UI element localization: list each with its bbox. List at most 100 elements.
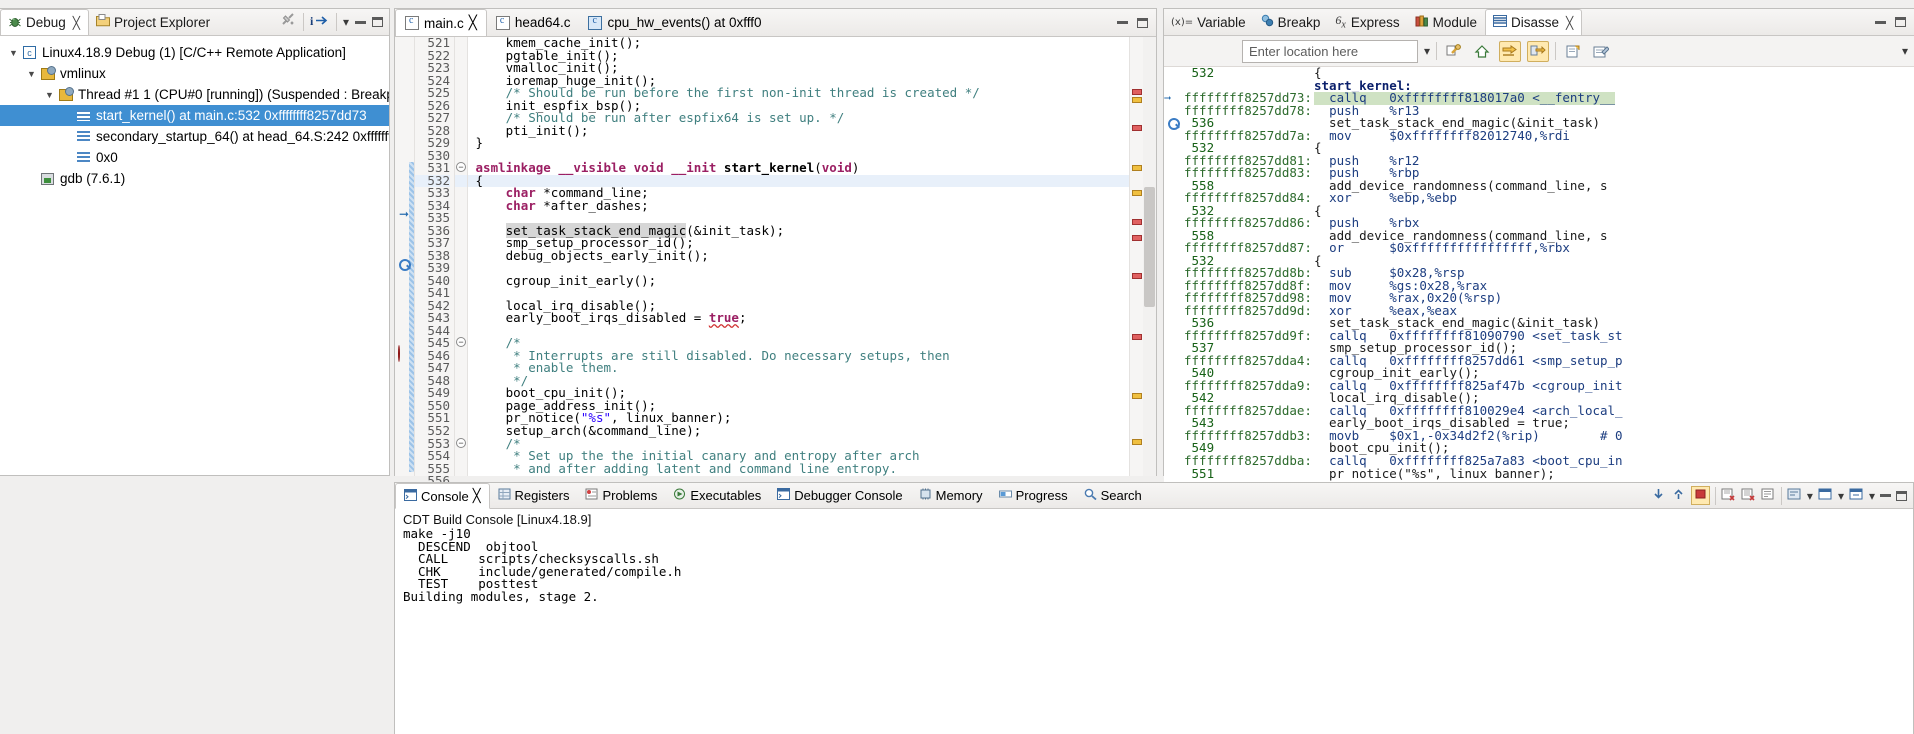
view-menu-icon[interactable]: ▾ (1902, 44, 1908, 58)
tab-project-explorer[interactable]: Project Explorer (89, 9, 218, 35)
chevron-down-icon-3[interactable]: ▾ (1869, 489, 1875, 503)
close-icon[interactable]: ╳ (469, 15, 477, 31)
disassembly-instruction-row[interactable]: ffffffff8257dd84: xor %ebp,%ebp (1164, 191, 1914, 205)
code-line[interactable]: * and after adding latent and command li… (468, 462, 1129, 476)
word-wrap-icon[interactable] (1787, 487, 1802, 504)
maximize-icon[interactable] (372, 17, 383, 27)
close-icon[interactable]: ╳ (1566, 16, 1573, 30)
disassembly-instruction-row[interactable]: ffffffff8257dd7a: mov $0xffffffff8201274… (1164, 129, 1914, 143)
close-icon[interactable]: ╳ (73, 16, 80, 30)
debug-launch-tree[interactable]: ▼ c Linux4.18.9 Debug (1) [C/C++ Remote … (0, 36, 389, 473)
tab-cpu-hw-events[interactable]: cpu_hw_events() at 0xfff0 (579, 9, 770, 36)
fold-marker (455, 125, 467, 138)
code-line[interactable]: debug_objects_early_init(); (468, 249, 1129, 263)
tree-row[interactable]: ▼ vmlinux (0, 63, 389, 84)
remove-icon[interactable] (1721, 487, 1736, 504)
close-icon[interactable]: ╳ (473, 488, 481, 504)
editor-overview-ruler[interactable] (1129, 37, 1143, 476)
code-line[interactable]: pti_init(); (468, 124, 1129, 138)
tab-debugger-console[interactable]: Debugger Console (769, 483, 910, 508)
fold-marker[interactable]: − (455, 437, 467, 451)
show-symbols-icon[interactable] (1527, 40, 1550, 62)
terminate-icon[interactable] (1690, 486, 1710, 505)
editor-code-area[interactable]: kmem_cache_init(); pgtable_init(); vmall… (468, 37, 1129, 476)
disassembly-instruction-row[interactable]: ffffffff8257dd87: or $0xffffffffffffffff… (1164, 241, 1914, 255)
remove-all-icon[interactable] (1741, 487, 1756, 504)
disassembly-instruction-row[interactable]: ffffffff8257dda4: callq 0xffffffff8257dd… (1164, 354, 1914, 368)
tree-row[interactable]: gdb (7.6.1) (0, 168, 389, 189)
fold-marker[interactable]: − (455, 162, 467, 175)
tab-progress[interactable]: Progress (991, 483, 1076, 508)
code-line[interactable]: asmlinkage __visible void __init start_k… (468, 161, 1129, 175)
minimize-icon[interactable] (1875, 20, 1886, 24)
disassembly-source-row[interactable]: 532{ (1164, 67, 1914, 80)
chevron-down-icon[interactable]: ▼ (24, 69, 39, 79)
tab-disassembly[interactable]: Disasse ╳ (1484, 9, 1583, 35)
pin-icon[interactable] (1671, 487, 1686, 504)
tab-modules[interactable]: Module (1408, 9, 1485, 35)
debugger-console-icon (777, 488, 791, 503)
tab-head64-c[interactable]: head64.c (487, 9, 580, 36)
maximize-icon[interactable] (1896, 490, 1907, 501)
home-icon[interactable] (1471, 41, 1493, 62)
clear-icon[interactable] (1761, 487, 1776, 504)
step-into-selection-icon[interactable]: i (310, 13, 330, 31)
show-source-icon[interactable] (1499, 40, 1522, 62)
tree-row[interactable]: ▼ c Linux4.18.9 Debug (1) [C/C++ Remote … (0, 42, 389, 63)
view-menu-icon[interactable]: ▾ (343, 15, 349, 29)
tab-breakpoints[interactable]: Breakp (1254, 9, 1329, 35)
chevron-down-icon-2[interactable]: ▾ (1838, 489, 1844, 503)
tree-row-selected[interactable]: start_kernel() at main.c:532 0xffffffff8… (0, 105, 389, 126)
tab-registers[interactable]: Registers (490, 483, 578, 508)
code-line[interactable]: * enable them. (468, 362, 1129, 375)
location-input[interactable]: Enter location here (1242, 39, 1418, 63)
console-tabbar: Console ╳ Registers Problems Executables… (395, 483, 1913, 509)
scroll-lock-icon[interactable] (1651, 487, 1666, 504)
disconnect-icon[interactable] (280, 13, 297, 31)
tab-executables[interactable]: Executables (665, 483, 769, 508)
disassembly-body[interactable]: 532{start_kernel: ➞ ffffffff8257dd73: call… (1164, 67, 1914, 503)
disassembly-instruction-row[interactable]: ffffffff8257dda9: callq 0xffffffff825af4… (1164, 379, 1914, 393)
minimize-icon[interactable] (1117, 21, 1128, 24)
new-view-icon[interactable] (1562, 41, 1584, 62)
code-line[interactable] (468, 325, 1129, 338)
editor-folding-column[interactable]: − − − (455, 37, 468, 476)
tab-debug[interactable]: Debug ╳ (0, 9, 90, 35)
code-line[interactable]: cgroup_init_early(); (468, 274, 1129, 288)
tab-console[interactable]: Console ╳ (395, 483, 490, 509)
code-line[interactable]: setup_arch(&command_line); (468, 424, 1129, 438)
code-line[interactable]: early_boot_irqs_disabled = true; (468, 312, 1129, 325)
editor-vertical-scrollbar[interactable] (1143, 37, 1156, 476)
breakpoint-icon[interactable] (398, 345, 410, 362)
tree-row[interactable]: secondary_startup_64() at head_64.S:242 … (0, 126, 389, 147)
chevron-down-icon[interactable]: ▼ (6, 48, 21, 58)
display-selected-console-icon[interactable] (1818, 487, 1833, 504)
link-with-editor-icon[interactable] (1443, 41, 1465, 62)
open-console-icon[interactable] (1849, 487, 1864, 504)
chevron-down-icon[interactable]: ▾ (1424, 44, 1430, 58)
tree-row[interactable]: 0x0 (0, 147, 389, 168)
registers-icon (498, 488, 511, 503)
fold-marker[interactable]: − (455, 337, 467, 350)
minimize-icon[interactable] (355, 20, 366, 24)
disassembly-instruction-row[interactable]: ffffffff8257dd9f: callq 0xffffffff810907… (1164, 329, 1914, 343)
tree-row[interactable]: ▼ Thread #1 1 (CPU#0 [running]) (Suspend… (0, 84, 389, 105)
maximize-icon[interactable] (1895, 17, 1906, 27)
maximize-icon[interactable] (1137, 17, 1148, 28)
editor-marker-column[interactable]: ➞ (395, 37, 415, 476)
disassembly-source-row[interactable]: 551 pr notice("%s", linux banner); (1164, 467, 1914, 481)
tab-main-c[interactable]: main.c ╳ (395, 9, 487, 36)
tab-search[interactable]: Search (1076, 483, 1150, 508)
tab-expressions[interactable]: 6x Express (1328, 9, 1407, 35)
tab-memory[interactable]: Memory (911, 483, 991, 508)
chevron-down-icon[interactable]: ▾ (1807, 489, 1813, 503)
tab-problems[interactable]: Problems (577, 483, 665, 508)
chevron-down-icon[interactable]: ▼ (42, 90, 57, 100)
code-line[interactable]: } (468, 137, 1129, 150)
minimize-icon[interactable] (1880, 494, 1891, 497)
code-line[interactable]: char *after_dashes; (468, 199, 1129, 213)
tab-project-explorer-label: Project Explorer (114, 14, 211, 30)
tab-variables[interactable]: (x)= Variable (1164, 9, 1254, 35)
edit-view-icon[interactable] (1590, 41, 1612, 62)
disassembly-instruction-row[interactable]: ffffffff8257ddb3: movb $0x1,-0x34d2f2(%r… (1164, 429, 1914, 443)
